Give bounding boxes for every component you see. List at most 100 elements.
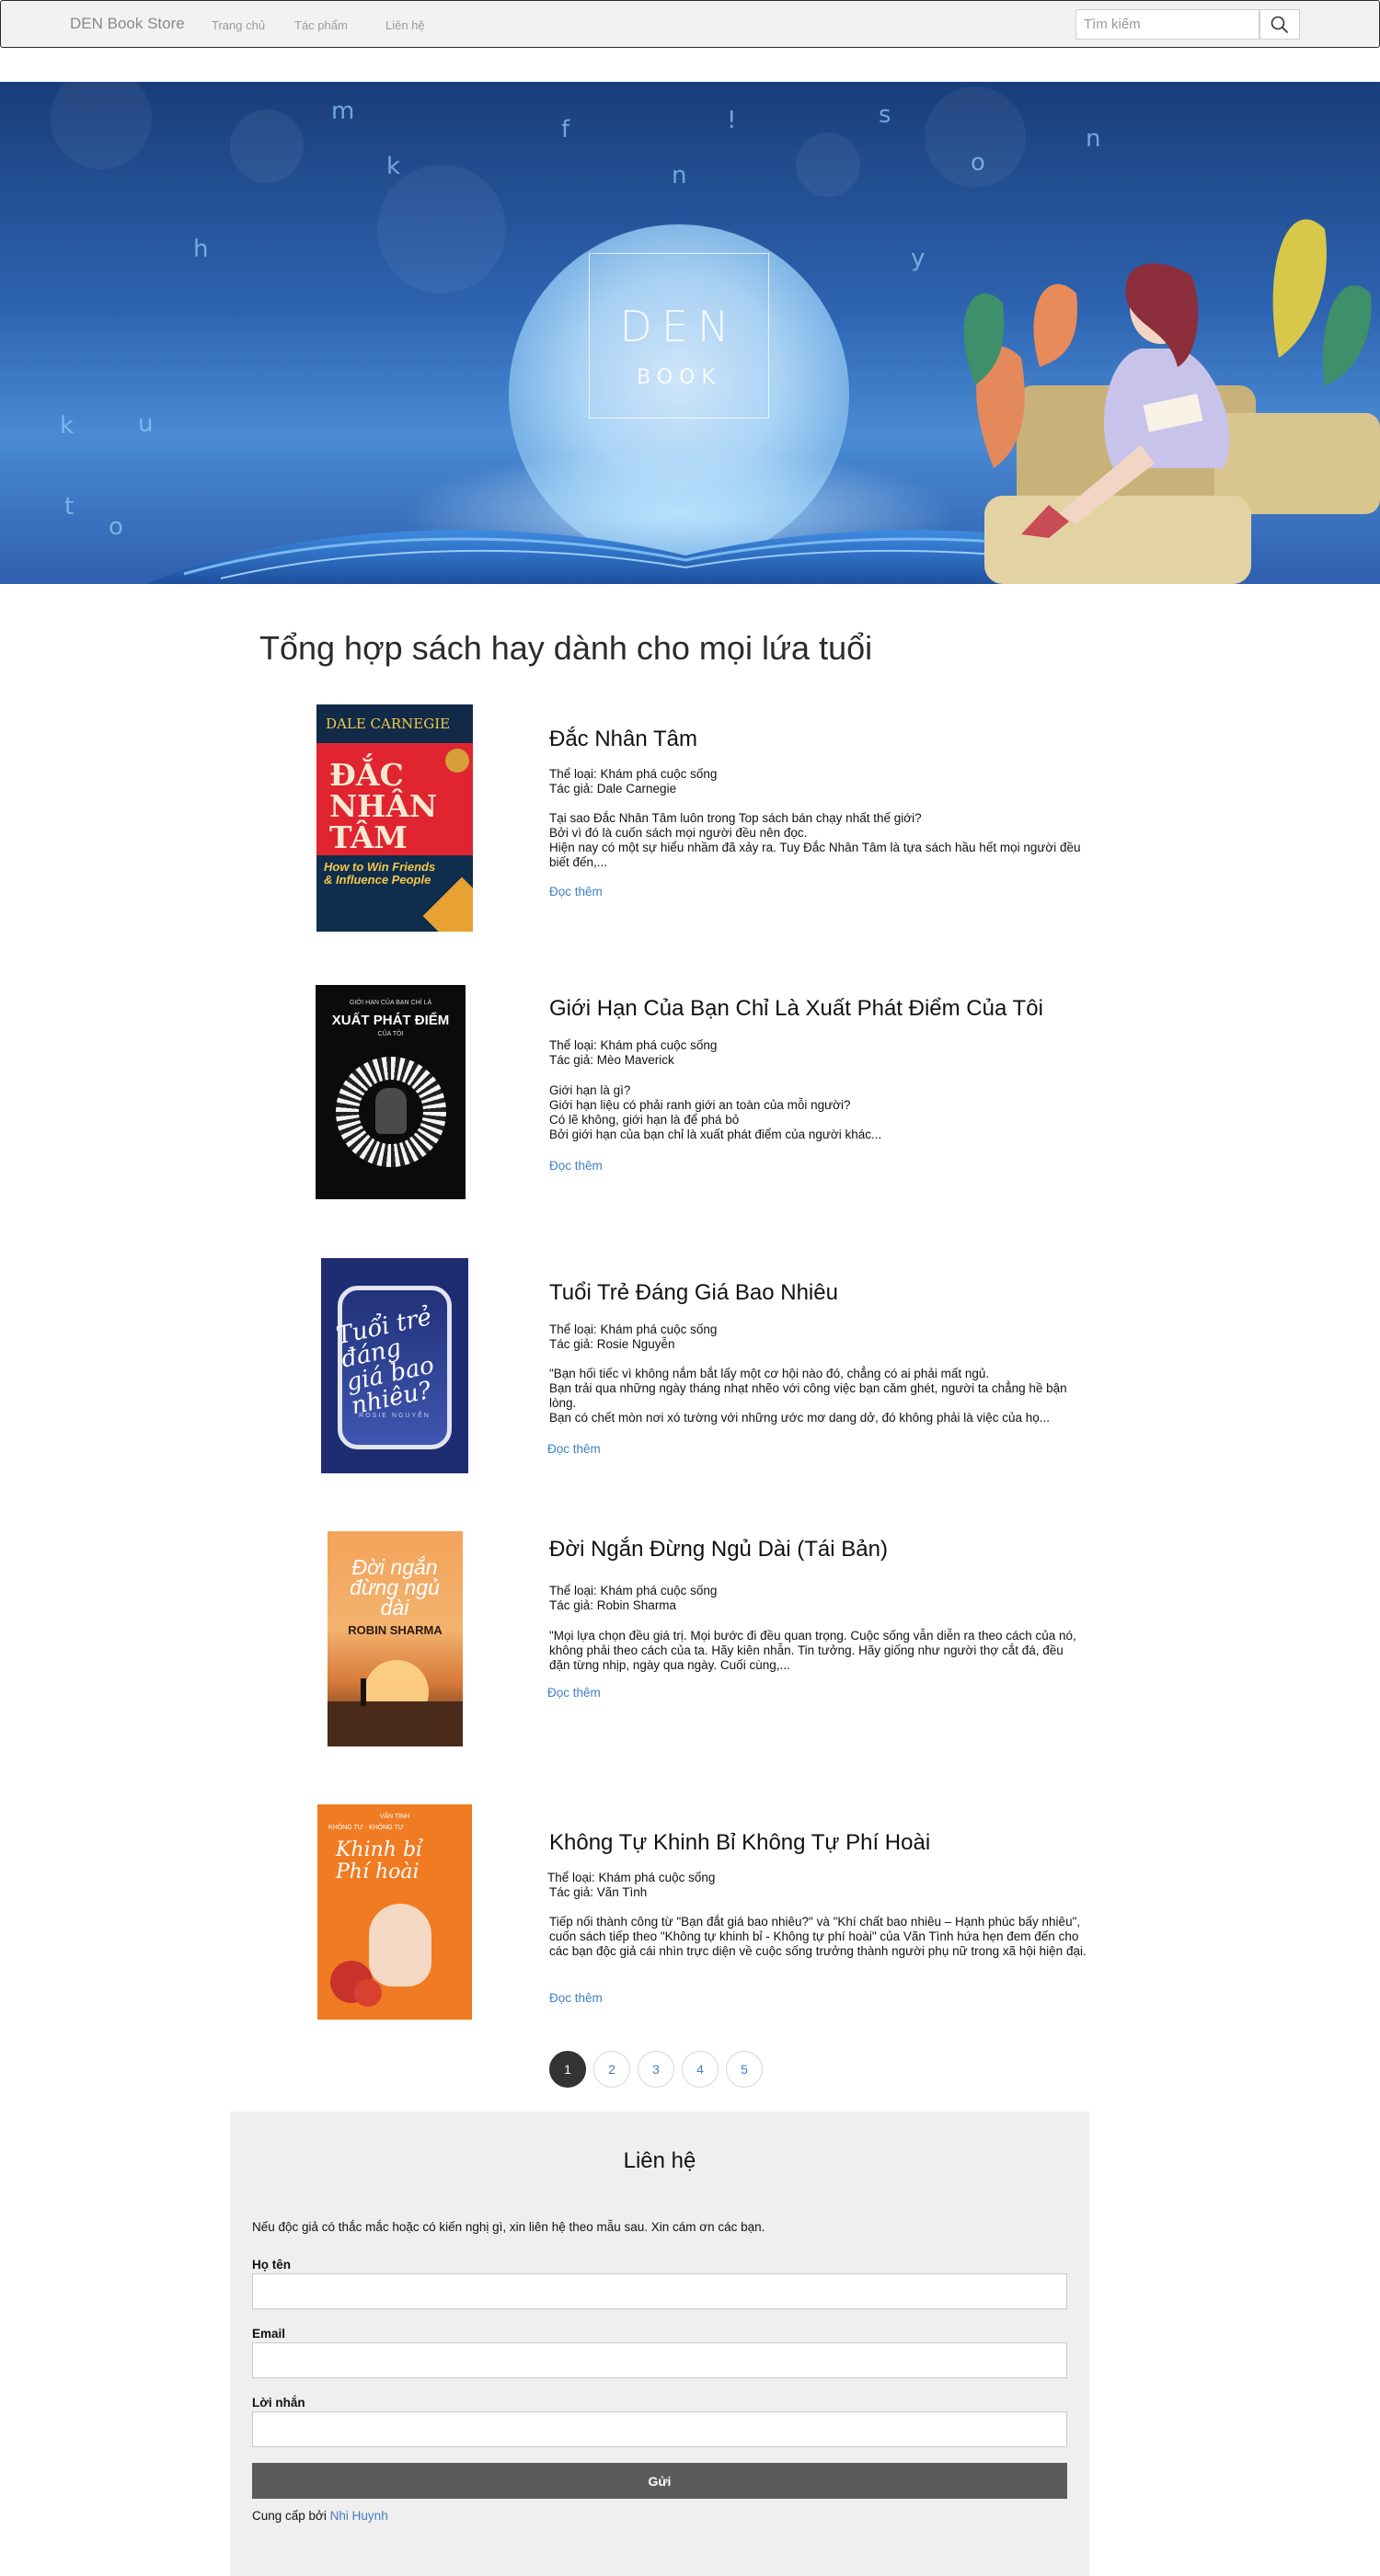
book-genre: Thể loại: Khám phá cuộc sống bbox=[549, 1584, 718, 1597]
svg-text:n: n bbox=[672, 162, 686, 189]
desc-line: Giới hạn là gì? bbox=[549, 1083, 631, 1097]
page-button-4[interactable]: 4 bbox=[682, 2051, 719, 2088]
name-label: Họ tên bbox=[252, 2258, 291, 2272]
search-input[interactable] bbox=[1075, 9, 1259, 40]
message-field[interactable] bbox=[252, 2411, 1067, 2447]
contact-section: Liên hệ Nếu độc giả có thắc mắc hoặc có … bbox=[230, 2112, 1089, 2576]
svg-text:o: o bbox=[109, 513, 123, 541]
book-cover[interactable]: Đời ngắn đừng ngủ dài ROBIN SHARMA bbox=[328, 1531, 463, 1746]
book-genre: Thể loại: Khám phá cuộc sống bbox=[549, 767, 718, 781]
book-cover[interactable]: VÃN TÌNH KHÔNG TỰ · KHÔNG TỰ Khinh bỉ Ph… bbox=[317, 1804, 472, 2020]
email-field[interactable] bbox=[252, 2342, 1067, 2378]
book-card: VÃN TÌNH KHÔNG TỰ · KHÔNG TỰ Khinh bỉ Ph… bbox=[230, 1804, 1150, 2025]
cover-author: VÃN TÌNH bbox=[379, 1814, 410, 1820]
nav-link-home[interactable]: Trang chủ bbox=[212, 18, 265, 32]
email-label: Email bbox=[252, 2327, 286, 2341]
read-more-link[interactable]: Đọc thêm bbox=[549, 885, 603, 899]
cover-title: XUẤT PHÁT ĐIỂM bbox=[331, 1013, 450, 1028]
read-more-link[interactable]: Đọc thêm bbox=[547, 1442, 601, 1456]
svg-text:u: u bbox=[138, 410, 153, 438]
book-card: GIỚI HẠN CỦA BẠN CHỈ LÀ XUẤT PHÁT ĐIỂM C… bbox=[230, 985, 1150, 1206]
page-button-5[interactable]: 5 bbox=[726, 2051, 763, 2088]
desc-line: Bạn có chết mòn nơi xó tường với những ư… bbox=[549, 1411, 1051, 1425]
hero-banner: ku to mk n! so nh fy DEN BOOK bbox=[0, 82, 1380, 584]
book-cover[interactable]: Tuổi trẻ đáng giá bao nhiêu? ROSIE NGUYỄ… bbox=[321, 1258, 468, 1473]
book-author: Tác giả: Vãn Tình bbox=[549, 1885, 648, 1899]
desc-line: "Bạn hối tiếc vì không nắm bắt lấy một c… bbox=[549, 1367, 990, 1380]
nav-link-contact[interactable]: Liên hệ bbox=[385, 18, 425, 32]
book-card: Đời ngắn đừng ngủ dài ROBIN SHARMA Đời N… bbox=[230, 1531, 1150, 1752]
page-button-2[interactable]: 2 bbox=[593, 2051, 630, 2088]
cover-top-text: GIỚI HẠN CỦA BẠN CHỈ LÀ bbox=[349, 1000, 432, 1006]
cover-subtitle: CỦA TÔI bbox=[377, 1031, 404, 1037]
svg-text:n: n bbox=[1086, 125, 1100, 153]
book-author: Tác giả: Robin Sharma bbox=[549, 1598, 677, 1612]
desc-line: Hiện nay có một sự hiểu nhầm đã xảy ra. … bbox=[549, 841, 1081, 869]
svg-text:s: s bbox=[879, 101, 891, 129]
credit-author-link[interactable]: Nhi Huynh bbox=[330, 2509, 388, 2523]
page-button-3[interactable]: 3 bbox=[638, 2051, 674, 2088]
credit-prefix: Cung cấp bởi bbox=[252, 2509, 327, 2523]
svg-text:y: y bbox=[911, 245, 925, 272]
page-title: Tổng hợp sách hay dành cho mọi lứa tuổi bbox=[259, 629, 873, 667]
desc-line: Tại sao Đắc Nhân Tâm luôn trong Top sách… bbox=[549, 811, 922, 825]
desc-line: Giới hạn liệu có phải ranh giới an toàn … bbox=[549, 1098, 851, 1112]
brand-link[interactable]: DEN Book Store bbox=[70, 15, 185, 33]
book-description: "Bạn hối tiếc vì không nắm bắt lấy một c… bbox=[549, 1367, 1087, 1425]
book-title[interactable]: Giới Hạn Của Bạn Chỉ Là Xuất Phát Điểm C… bbox=[549, 996, 1043, 1022]
page-button-1[interactable]: 1 bbox=[549, 2051, 586, 2088]
book-author: Tác giả: Mèo Maverick bbox=[549, 1053, 674, 1067]
contact-intro: Nếu độc giả có thắc mắc hoặc có kiến ngh… bbox=[252, 2220, 765, 2234]
navbar: DEN Book Store Trang chủ Tác phẩm Liên h… bbox=[0, 0, 1380, 48]
book-author: Tác giả: Dale Carnegie bbox=[549, 782, 677, 796]
cover-subtitle: KHÔNG TỰ · KHÔNG TỰ bbox=[328, 1825, 404, 1831]
book-card: Tuổi trẻ đáng giá bao nhiêu? ROSIE NGUYỄ… bbox=[230, 1258, 1150, 1479]
cover-title: ĐẮC NHÂN TÂM bbox=[329, 757, 438, 855]
send-button[interactable]: Gửi bbox=[252, 2463, 1067, 2499]
book-description: "Mọi lựa chọn đều giá trị. Mọi bước đi đ… bbox=[549, 1629, 1087, 1673]
contact-title: Liên hệ bbox=[623, 2148, 696, 2173]
read-more-link[interactable]: Đọc thêm bbox=[549, 1991, 603, 2005]
svg-text:t: t bbox=[64, 493, 74, 521]
desc-line: Bởi vì đó là cuốn sách mọi người đều nên… bbox=[549, 826, 808, 840]
book-cover[interactable]: DALE CARNEGIE ĐẮC NHÂN TÂM How to Win Fr… bbox=[316, 704, 473, 932]
cover-title: Đời ngắn đừng ngủ dài bbox=[350, 1555, 440, 1620]
book-title[interactable]: Không Tự Khinh Bỉ Không Tự Phí Hoài bbox=[549, 1830, 930, 1856]
book-genre: Thể loại: Khám phá cuộc sống bbox=[549, 1038, 718, 1052]
svg-text:m: m bbox=[331, 97, 354, 125]
credit-line: Cung cấp bởi Nhi Huynh bbox=[252, 2509, 388, 2523]
svg-text:f: f bbox=[561, 116, 570, 143]
hero-logo-title: DEN bbox=[619, 302, 739, 351]
book-genre: Thể loại: Khám phá cuộc sống bbox=[547, 1871, 716, 1884]
svg-text:k: k bbox=[60, 412, 74, 440]
cover-subtitle: ROBIN SHARMA bbox=[348, 1623, 443, 1637]
hero-logo-subtitle: BOOK bbox=[637, 366, 721, 389]
book-card: DALE CARNEGIE ĐẮC NHÂN TÂM How to Win Fr… bbox=[230, 704, 1150, 938]
book-description: Tiếp nối thành công từ "Bạn đắt giá bao … bbox=[549, 1915, 1087, 1959]
desc-line: Bạn trải qua những ngày tháng nhạt nhẽo … bbox=[549, 1381, 1067, 1410]
hero-logo: DEN BOOK bbox=[589, 253, 769, 418]
read-more-link[interactable]: Đọc thêm bbox=[547, 1686, 601, 1700]
book-title[interactable]: Đắc Nhân Tâm bbox=[549, 727, 697, 752]
cover-title: Khinh bỉ Phí hoài bbox=[336, 1838, 423, 1883]
nav-link-works[interactable]: Tác phẩm bbox=[294, 18, 348, 32]
book-author: Tác giả: Rosie Nguyễn bbox=[549, 1337, 675, 1351]
desc-line: Bởi giới hạn của bạn chỉ là xuất phát đi… bbox=[549, 1128, 882, 1141]
cover-author: DALE CARNEGIE bbox=[326, 716, 451, 732]
pagination: 1 2 3 4 5 bbox=[549, 2051, 763, 2088]
cover-subtitle: How to Win Friends & Influence People bbox=[324, 860, 436, 887]
search-button[interactable] bbox=[1259, 9, 1300, 40]
desc-line: Có lẽ không, giới hạn là để phá bỏ bbox=[549, 1113, 740, 1127]
book-cover[interactable]: GIỚI HẠN CỦA BẠN CHỈ LÀ XUẤT PHÁT ĐIỂM C… bbox=[316, 985, 466, 1199]
book-title[interactable]: Đời Ngắn Đừng Ngủ Dài (Tái Bản) bbox=[549, 1537, 888, 1563]
read-more-link[interactable]: Đọc thêm bbox=[549, 1159, 603, 1173]
svg-text:!: ! bbox=[727, 107, 736, 134]
svg-text:o: o bbox=[971, 149, 985, 177]
search-icon bbox=[1271, 16, 1289, 33]
cover-subtitle: ROSIE NGUYỄN bbox=[359, 1413, 431, 1419]
name-field[interactable] bbox=[252, 2273, 1067, 2309]
desc-line: "Mọi lựa chọn đều giá trị. Mọi bước đi đ… bbox=[549, 1629, 1076, 1672]
message-label: Lời nhắn bbox=[252, 2396, 305, 2410]
svg-text:h: h bbox=[193, 235, 208, 263]
book-title[interactable]: Tuổi Trẻ Đáng Giá Bao Nhiêu bbox=[549, 1280, 838, 1306]
